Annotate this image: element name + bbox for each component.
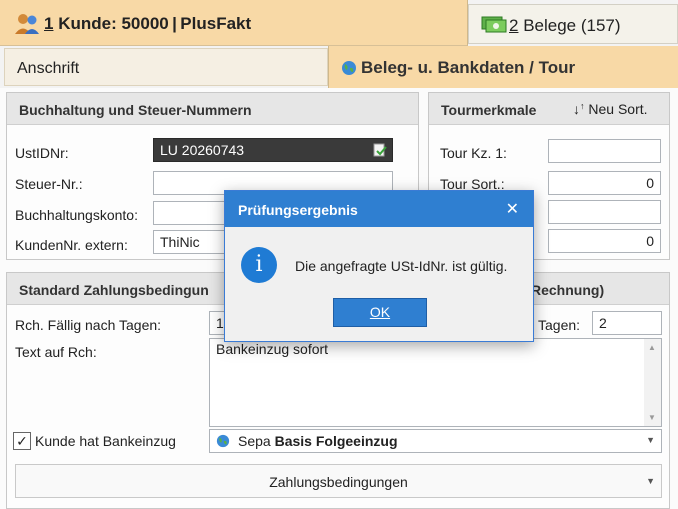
invoice-text-value: Bankeinzug sofort: [216, 341, 329, 357]
payment-panel-title: Standard Zahlungsbedingun: [19, 282, 209, 298]
invoice-text-label: Text auf Rch:: [15, 344, 97, 360]
scroll-down-icon[interactable]: ▼: [648, 413, 656, 422]
tour-sort-input[interactable]: 0: [548, 171, 661, 195]
invoice-text-scrollbar[interactable]: ▲ ▼: [644, 339, 661, 426]
sepa-mode-prefix: Sepa: [238, 433, 275, 449]
ok-button-label: OK: [369, 304, 391, 320]
sort-down-icon: ↓: [573, 101, 580, 117]
tour-kz1-input[interactable]: [548, 139, 661, 163]
info-icon: i: [241, 247, 277, 283]
tour-field3-input[interactable]: [548, 200, 661, 224]
days-value: 2: [599, 315, 607, 331]
dialog-title: Prüfungsergebnis: [238, 202, 358, 218]
close-icon[interactable]: ✕: [506, 199, 519, 219]
tax-label: Steuer-Nr.:: [15, 176, 83, 192]
tour-panel-title: Tourmerkmale: [441, 102, 537, 118]
globe-icon: [342, 61, 356, 75]
ok-button[interactable]: OK: [333, 298, 427, 327]
vat-value: LU 20260743: [160, 142, 245, 158]
days-label: Tagen:: [538, 317, 581, 333]
money-icon: [481, 16, 507, 33]
bank-debit-label: Kunde hat Bankeinzug: [35, 433, 176, 449]
scroll-up-icon[interactable]: ▲: [648, 343, 656, 352]
bank-debit-checkbox[interactable]: ✓: [13, 432, 31, 450]
accounting-panel-header: Buchhaltung und Steuer-Nummern: [7, 93, 418, 125]
due-days-value: 1: [216, 315, 224, 331]
subtab-bankdata[interactable]: Beleg- u. Bankdaten / Tour: [328, 46, 678, 88]
tour-field4-value: 0: [646, 233, 654, 249]
sepa-mode-select[interactable]: Sepa Basis Folgeeinzug ▼: [209, 429, 662, 453]
chevron-down-icon[interactable]: ▼: [646, 435, 655, 445]
subtab-bankdata-label: Beleg- u. Bankdaten / Tour: [361, 58, 576, 77]
sort-button-label: Neu Sort.: [588, 101, 648, 117]
extnum-label: KundenNr. extern:: [15, 237, 128, 253]
payment-conditions-button[interactable]: Zahlungsbedingungen ▼: [15, 464, 662, 498]
chevron-down-icon: ▼: [646, 476, 655, 486]
tour-panel-header: Tourmerkmale ↓↑ Neu Sort.: [429, 93, 669, 125]
sepa-mode-value: Basis Folgeeinzug: [274, 433, 398, 449]
checkmark-icon: ✓: [16, 433, 28, 449]
accounting-panel-title: Buchhaltung und Steuer-Nummern: [19, 102, 252, 118]
tour-sort-value: 0: [646, 175, 654, 191]
subtab-address-label: Anschrift: [17, 60, 80, 77]
account-label: Buchhaltungskonto:: [15, 207, 138, 223]
vat-label: UstIDNr:: [15, 145, 69, 161]
tab-customer[interactable]: 1 Kunde: 50000 | PlusFakt: [0, 0, 468, 46]
due-days-label: Rch. Fällig nach Tagen:: [15, 317, 162, 333]
tour-field4-input[interactable]: 0: [548, 229, 661, 253]
result-dialog: Prüfungsergebnis ✕ i Die angefragte USt-…: [224, 190, 534, 342]
dialog-titlebar: Prüfungsergebnis ✕: [225, 191, 533, 227]
payment-conditions-label: Zahlungsbedingungen: [269, 474, 408, 490]
subtab-address[interactable]: Anschrift: [4, 48, 328, 86]
extnum-value: ThiNic: [160, 234, 200, 250]
sort-button[interactable]: ↓↑ Neu Sort.: [573, 101, 648, 117]
tab-customer-label: Kunde: 50000 | PlusFakt: [53, 14, 252, 33]
dialog-message: Die angefragte USt-IdNr. ist gültig.: [295, 258, 508, 274]
invoice-text-area[interactable]: Bankeinzug sofort ▲ ▼: [209, 338, 662, 427]
globe-icon: [216, 434, 230, 448]
tab-documents[interactable]: 2 Belege (157): [468, 4, 678, 44]
payment-panel-title-right: Rechnung): [531, 282, 605, 298]
days-input[interactable]: 2: [592, 311, 662, 335]
vat-input[interactable]: LU 20260743: [153, 138, 393, 162]
tab-documents-label: Belege (157): [518, 16, 621, 35]
verify-icon[interactable]: [373, 143, 387, 157]
tour-kz1-label: Tour Kz. 1:: [440, 145, 507, 161]
customer-icon: [15, 14, 39, 34]
